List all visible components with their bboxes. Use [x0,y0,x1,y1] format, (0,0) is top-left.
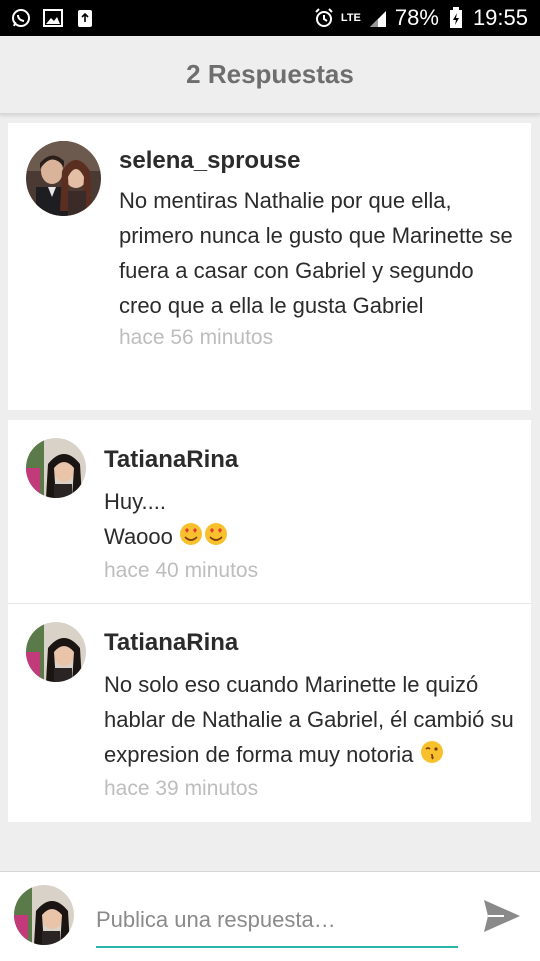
send-icon [484,900,520,932]
image-icon [42,7,64,29]
whatsapp-icon [10,7,32,29]
heart-eyes-emoji-icon [179,521,229,556]
comment-card: selena_sprouse No mentiras Nathalie por … [8,123,531,410]
battery-level: 78% [394,5,439,30]
comment-text-block: No solo eso cuando Marinette le quizó ha… [104,667,514,774]
status-bar: LTE 78% 19:55 [0,0,540,36]
comment-text-line: Waooo [104,519,514,556]
comment: TatianaRina No solo eso cuando Marinette… [104,629,514,804]
battery-charging-icon [445,7,467,29]
avatar[interactable] [26,622,86,682]
send-button[interactable] [480,896,524,936]
signal-icon [367,7,389,29]
comment: TatianaRina Huy.... Waooo hace 40 minuto… [104,446,514,586]
recycle-icon [74,7,96,29]
comment-text: No mentiras Nathalie por que ella, prime… [119,188,513,318]
page-title: 2 Respuestas [186,59,354,89]
comment-username[interactable]: selena_sprouse [119,147,519,175]
network-type: LTE [340,12,361,24]
comment-text: Waooo [104,524,173,549]
reply-input[interactable] [96,894,458,948]
comment-timestamp: hace 56 minutos [119,326,274,349]
comment-card: TatianaRina Huy.... Waooo hace 40 minuto… [8,420,531,822]
divider [8,603,531,604]
comment-text-line: Huy.... [104,489,166,514]
avatar[interactable] [26,438,86,498]
comment-username[interactable]: TatianaRina [104,446,514,474]
winking-kiss-emoji-icon [420,739,444,774]
comment-text: No solo eso cuando Marinette le quizó ha… [104,672,514,767]
comment-username[interactable]: TatianaRina [104,629,514,657]
reply-bar [0,871,540,961]
comment-timestamp: hace 40 minutos [104,558,259,582]
comment-timestamp: hace 39 minutos [104,776,259,800]
comment: selena_sprouse No mentiras Nathalie por … [119,147,519,353]
alarm-icon [313,7,335,29]
notification-icons [0,7,96,29]
avatar[interactable] [26,141,101,216]
current-user-avatar[interactable] [14,885,74,945]
clock: 19:55 [472,5,528,30]
page-header: 2 Respuestas [0,36,540,114]
